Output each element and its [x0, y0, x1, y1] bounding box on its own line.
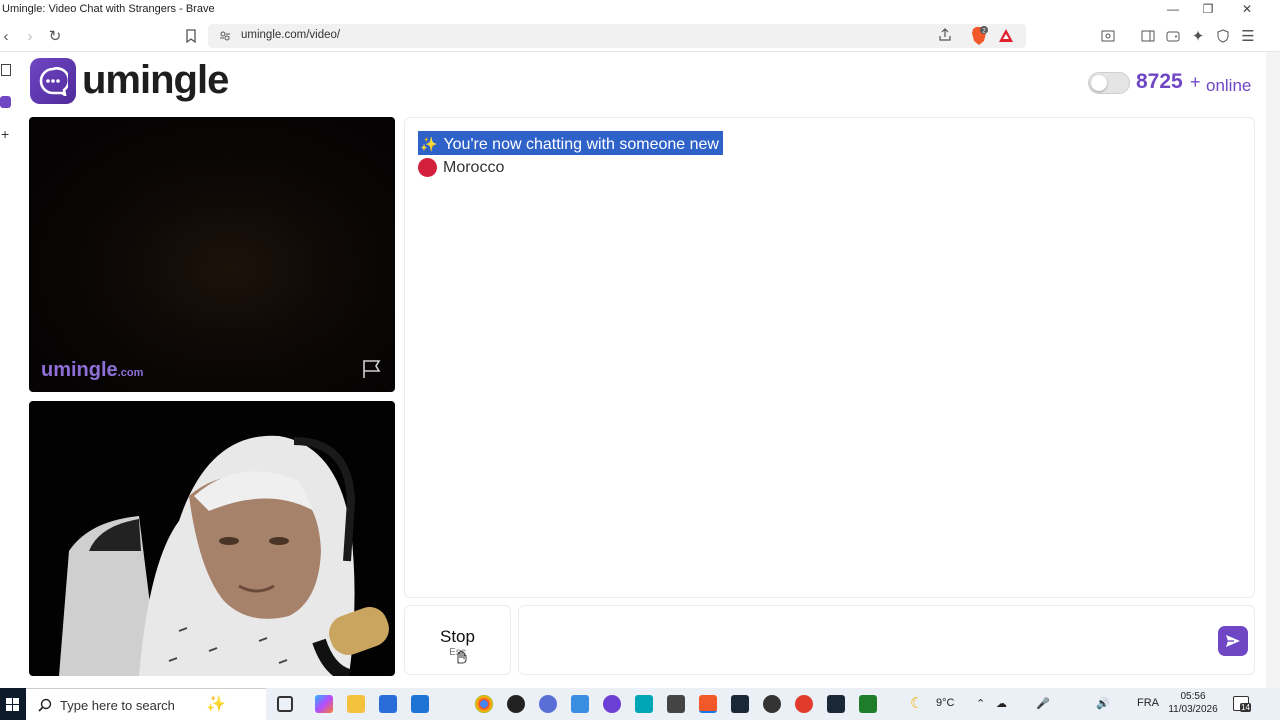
copilot-icon[interactable]: [315, 695, 333, 713]
tab-search-icon[interactable]: [1098, 26, 1118, 46]
minimize-icon[interactable]: —: [1166, 2, 1180, 16]
logi-icon[interactable]: [635, 695, 653, 713]
send-icon: [1226, 635, 1240, 647]
online-count: 8725: [1136, 70, 1183, 93]
twitch-icon[interactable]: [603, 695, 621, 713]
obs-icon[interactable]: [507, 695, 525, 713]
tray-chevron-icon[interactable]: ⌃: [976, 697, 985, 710]
system-message-text: You're now chatting with someone new: [443, 135, 719, 153]
windows-logo-icon: [6, 698, 19, 711]
chat-panel: ✨ You're now chatting with someone new M…: [404, 117, 1255, 598]
nvidia-icon[interactable]: [859, 695, 877, 713]
self-video: [29, 401, 395, 676]
browser-toolbar: ‹ › ↻ umingle.com/video/ 2 ✦ ☰: [0, 20, 1280, 52]
report-flag-icon[interactable]: [361, 359, 383, 384]
umingle-logo-icon[interactable]: [30, 58, 76, 104]
notification-count: 14: [1240, 703, 1251, 712]
page-scrollbar[interactable]: [1266, 52, 1280, 688]
online-plus: +: [1190, 72, 1201, 92]
ea-icon[interactable]: [795, 695, 813, 713]
self-video-frame: [59, 435, 389, 676]
notification-icon[interactable]: 14: [1233, 696, 1251, 712]
sidebar-umingle-icon[interactable]: [0, 96, 11, 108]
back-icon[interactable]: ‹: [0, 26, 16, 46]
url-text[interactable]: umingle.com/video/: [241, 29, 340, 41]
send-button[interactable]: [1218, 626, 1248, 656]
system-message: ✨ You're now chatting with someone new: [418, 131, 723, 155]
theme-toggle[interactable]: [1088, 72, 1130, 94]
bookmark-icon[interactable]: [181, 26, 201, 46]
microphone-icon[interactable]: 🎤: [1036, 697, 1050, 710]
brand-name[interactable]: umingle: [82, 58, 229, 103]
search-icon: [38, 698, 52, 712]
sidebar-toggle-icon[interactable]: [1138, 26, 1158, 46]
restore-icon[interactable]: ❐: [1201, 2, 1215, 16]
country-name: Morocco: [443, 158, 505, 176]
weather-icon: ☾: [910, 695, 924, 712]
clock-time: 05:56: [1180, 691, 1206, 702]
start-button[interactable]: [0, 688, 26, 720]
tray-network-icon[interactable]: ☁: [996, 697, 1007, 710]
search-placeholder: Type here to search: [60, 698, 175, 713]
sidebar-panel-icon[interactable]: [1, 63, 11, 81]
watermark-suffix: .com: [117, 367, 144, 379]
brave-rewards-icon[interactable]: [998, 28, 1014, 48]
system-clock[interactable]: 05:56 11/03/2026: [1162, 690, 1224, 716]
site-settings-icon[interactable]: [219, 29, 231, 47]
message-input[interactable]: [518, 605, 1255, 675]
watermark-main: umingle: [41, 359, 118, 381]
volume-icon[interactable]: 🔊: [1096, 697, 1110, 710]
taskbar-search[interactable]: Type here to search ✨: [26, 688, 266, 720]
sparkle-icon: ✨: [420, 136, 438, 152]
stranger-country: Morocco: [418, 158, 504, 177]
window-title: Umingle: Video Chat with Strangers - Bra…: [2, 3, 215, 15]
mouse-cursor-icon: [457, 650, 467, 664]
steam-icon[interactable]: [731, 695, 749, 713]
browser-sidebar: +: [0, 52, 14, 692]
steam-2-icon[interactable]: [827, 695, 845, 713]
brave-taskbar-icon[interactable]: [699, 695, 717, 713]
search-highlight-icon: ✨: [206, 696, 226, 713]
folder-app-icon[interactable]: [667, 695, 685, 713]
clock-date: 11/03/2026: [1168, 704, 1218, 715]
outlook-icon[interactable]: [411, 695, 429, 713]
menu-icon[interactable]: ☰: [1238, 26, 1258, 46]
country-flag-icon: [418, 158, 437, 177]
game-app-icon[interactable]: [763, 695, 781, 713]
language-indicator[interactable]: FRA: [1137, 697, 1159, 709]
windows-taskbar: Type here to search ✨ ☾ 9°C ⌃ ☁ 🎤 🔊 FRA …: [0, 688, 1280, 720]
leo-ai-icon[interactable]: ✦: [1188, 26, 1208, 46]
stranger-video: umingle.com: [29, 117, 395, 392]
share-icon[interactable]: [938, 28, 952, 47]
app-icon[interactable]: [571, 695, 589, 713]
stop-button[interactable]: Stop Esc: [404, 605, 511, 675]
vpn-icon[interactable]: [1213, 26, 1233, 46]
discord-icon[interactable]: [539, 695, 557, 713]
sidebar-add-icon[interactable]: +: [1, 126, 9, 142]
toggle-knob: [1091, 75, 1107, 91]
brave-shields-icon[interactable]: 2: [970, 26, 988, 51]
forward-icon[interactable]: ›: [20, 26, 40, 46]
wallet-icon[interactable]: [1163, 26, 1183, 46]
window-titlebar: Umingle: Video Chat with Strangers - Bra…: [0, 0, 1280, 20]
address-bar[interactable]: umingle.com/video/ 2: [208, 24, 1026, 48]
umingle-page: umingle 8725 + online umingle.com ✨ You'…: [14, 52, 1266, 688]
weather-temp[interactable]: 9°C: [936, 697, 954, 709]
close-icon[interactable]: ✕: [1240, 2, 1254, 16]
task-view-icon[interactable]: [277, 696, 293, 712]
reload-icon[interactable]: ↻: [45, 26, 65, 46]
chrome-icon[interactable]: [475, 695, 493, 713]
online-label: online: [1206, 76, 1252, 95]
file-explorer-icon[interactable]: [347, 695, 365, 713]
store-icon[interactable]: [379, 695, 397, 713]
video-watermark: umingle.com: [41, 359, 143, 382]
stop-label: Stop: [440, 627, 475, 646]
